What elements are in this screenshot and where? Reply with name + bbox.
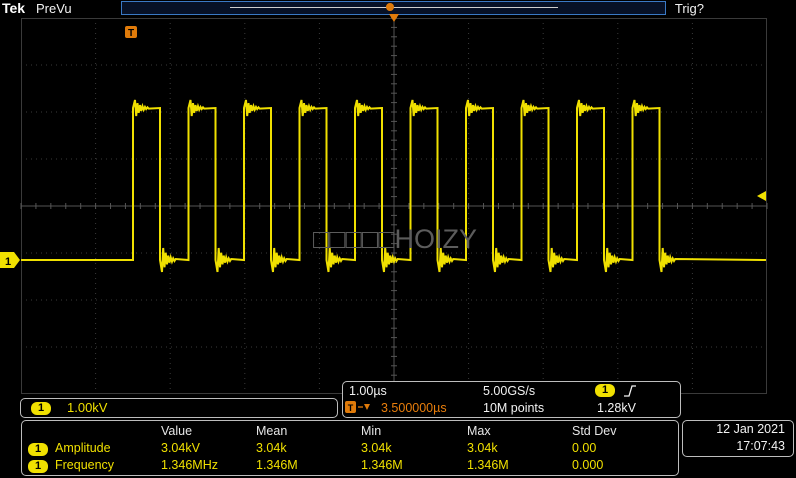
meas-min: 3.04k — [361, 441, 392, 455]
svg-text:1: 1 — [5, 256, 11, 268]
meas-value: 3.04kV — [161, 441, 200, 455]
rising-edge-icon — [624, 385, 636, 397]
trigger-source-badge: 1 — [595, 384, 615, 397]
time-per-div: 1.00µs — [349, 384, 387, 398]
meas-row-ch-badge: 1 — [28, 460, 48, 473]
trigger-position: 3.500000µs — [381, 401, 447, 415]
ch1-scale-readout[interactable]: 1 1.00kV — [20, 398, 338, 418]
ch1-ground-marker-icon: 1 — [0, 252, 20, 268]
svg-text:T: T — [348, 403, 354, 413]
ch1-vertical-scale: 1.00kV — [67, 400, 108, 415]
meas-stddev: 0.000 — [572, 458, 604, 472]
meas-max: 1.346M — [467, 458, 509, 472]
date-time-readout: 12 Jan 2021 17:07:43 — [682, 420, 794, 457]
meas-header-max: Max — [467, 424, 491, 438]
sample-rate: 5.00GS/s — [483, 384, 536, 398]
meas-value: 1.346MHz — [161, 458, 218, 472]
meas-max: 3.04k — [467, 441, 498, 455]
measurements-panel[interactable]: Value Mean Min Max Std Dev 1 Amplitude 3… — [21, 420, 679, 476]
trigger-level: 1.28kV — [597, 401, 636, 415]
trigger-t-icon: T — [125, 26, 137, 39]
meas-header-min: Min — [361, 424, 382, 438]
watermark: □□□□□HOIZY — [313, 224, 477, 254]
record-length: 10M points — [483, 401, 545, 415]
svg-text:T: T — [128, 28, 134, 39]
trigger-level-arrow-icon — [757, 191, 766, 201]
meas-header-stddev: Std Dev — [572, 424, 617, 438]
ch1-badge: 1 — [31, 402, 51, 415]
meas-min: 1.346M — [361, 458, 403, 472]
meas-name-frequency[interactable]: Frequency — [55, 458, 114, 472]
meas-mean: 3.04k — [256, 441, 287, 455]
meas-header-value: Value — [161, 424, 193, 438]
time: 17:07:43 — [736, 439, 785, 453]
meas-mean: 1.346M — [256, 458, 298, 472]
meas-header-mean: Mean — [256, 424, 288, 438]
trigger-position-icon: T — [345, 401, 371, 417]
meas-name-amplitude[interactable]: Amplitude — [55, 441, 111, 455]
meas-row-ch-badge: 1 — [28, 443, 48, 456]
meas-stddev: 0.00 — [572, 441, 597, 455]
date: 12 Jan 2021 — [716, 422, 785, 436]
timebase-readout[interactable]: 1.00µs 5.00GS/s 1 T 3.500000µs 10M point… — [342, 381, 681, 418]
trigger-position-arrow-icon — [389, 14, 399, 22]
